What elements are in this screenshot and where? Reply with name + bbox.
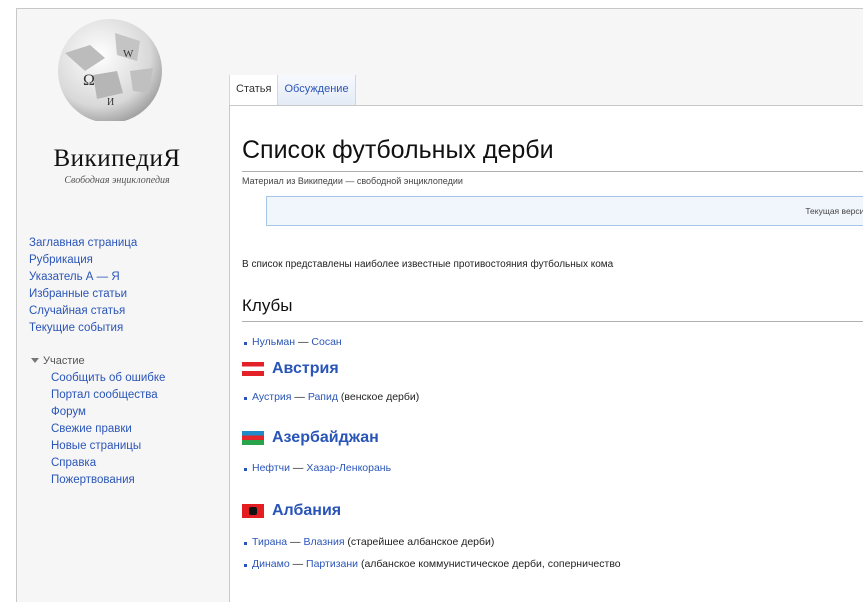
sidebar-item-index[interactable]: Указатель А — Я <box>29 269 219 286</box>
sidebar-portal-list: Сообщить об ошибке Портал сообщества Фор… <box>29 371 219 488</box>
tab-discussion[interactable]: Обсуждение <box>278 75 356 105</box>
page-tabs: Статья Обсуждение <box>229 75 356 105</box>
country-name[interactable]: Австрия <box>272 360 339 378</box>
sidebar-item-forum[interactable]: Форум <box>51 405 219 420</box>
browser-viewport: Ω W И ВикипедиЯ Свободная энциклопедия З… <box>16 8 863 602</box>
sidebar-item-recent-changes[interactable]: Свежие правки <box>51 422 219 437</box>
sidebar-item-random[interactable]: Случайная статья <box>29 303 219 320</box>
svg-text:W: W <box>123 48 134 60</box>
derby-note: (венское дерби) <box>338 391 420 403</box>
sidebar-item-categories[interactable]: Рубрикация <box>29 252 219 269</box>
derby-separator: — <box>291 391 308 403</box>
sidebar-item-help[interactable]: Справка <box>51 456 219 471</box>
derby-team-link[interactable]: Рапид <box>308 391 338 403</box>
derby-team-link[interactable]: Тирана <box>252 536 287 548</box>
title-divider <box>242 171 863 172</box>
sidebar-portal-heading[interactable]: Участие <box>29 353 219 369</box>
list-item: Нефтчи — Хазар-Ленкорань <box>243 462 391 474</box>
sidebar-item-current-events[interactable]: Текущие события <box>29 320 219 337</box>
wikipedia-wordmark[interactable]: ВикипедиЯ <box>17 145 217 173</box>
derby-team-link[interactable]: Сосан <box>311 336 341 348</box>
sidebar-item-main-page[interactable]: Заглавная страница <box>29 235 219 252</box>
country-heading-austria: Австрия <box>242 360 339 378</box>
version-notice: Текущая версия <box>266 196 863 226</box>
derby-team-link[interactable]: Аустрия <box>252 391 291 403</box>
svg-text:Ω: Ω <box>83 72 95 89</box>
albania-flag-icon[interactable] <box>242 504 264 518</box>
sidebar-item-featured[interactable]: Избранные статьи <box>29 286 219 303</box>
list-item: Аустрия — Рапид (венское дерби) <box>243 391 420 403</box>
derby-note: (албанское коммунистическое дерби, сопер… <box>358 558 621 570</box>
section-divider <box>242 321 863 322</box>
derby-team-link[interactable]: Нульман <box>252 336 295 348</box>
page-title: Список футбольных дерби <box>242 136 554 164</box>
austria-flag-icon[interactable] <box>242 362 264 376</box>
article-content: Список футбольных дерби Материал из Вики… <box>229 105 863 602</box>
list-item: Динамо — Партизани (албанское коммунисти… <box>244 558 621 570</box>
derby-team-link[interactable]: Хазар-Ленкорань <box>306 462 391 474</box>
sidebar-item-report-error[interactable]: Сообщить об ошибке <box>51 371 219 386</box>
wikipedia-tagline: Свободная энциклопедия <box>64 175 170 186</box>
sidebar: Заглавная страница Рубрикация Указатель … <box>29 235 219 490</box>
derby-team-link[interactable]: Нефтчи <box>252 462 290 474</box>
derby-separator: — <box>289 558 307 570</box>
derby-separator: — <box>287 536 304 548</box>
derby-separator: — <box>295 336 312 348</box>
article-intro: В список представлены наиболее известные… <box>242 259 614 270</box>
section-heading-clubs: Клубы <box>242 296 293 315</box>
derby-team-link[interactable]: Динамо <box>252 558 290 570</box>
tab-article[interactable]: Статья <box>229 75 279 105</box>
list-item: Тирана — Влазния (старейшее албанское де… <box>243 536 495 548</box>
derby-team-link[interactable]: Партизани <box>306 558 358 570</box>
wikipedia-globe-icon[interactable]: Ω W И <box>45 13 175 121</box>
sidebar-item-new-pages[interactable]: Новые страницы <box>51 439 219 454</box>
country-name[interactable]: Албания <box>272 502 341 520</box>
derby-note: (старейшее албанское дерби) <box>344 536 495 548</box>
country-name[interactable]: Азербайджан <box>272 429 379 447</box>
derby-separator: — <box>289 462 307 474</box>
sidebar-navigation: Заглавная страница Рубрикация Указатель … <box>29 235 219 337</box>
azerbaijan-flag-icon[interactable] <box>242 431 264 445</box>
list-item: Нульман — Сосан <box>244 336 342 348</box>
derby-team-link[interactable]: Влазния <box>303 536 344 548</box>
svg-text:И: И <box>107 97 114 108</box>
country-heading-albania: Албания <box>242 502 341 520</box>
article-source-line: Материал из Википедии — свободной энцикл… <box>242 176 463 186</box>
version-notice-text: Текущая версия <box>805 206 863 216</box>
sidebar-item-donations[interactable]: Пожертвования <box>51 473 219 488</box>
sidebar-item-community-portal[interactable]: Портал сообщества <box>51 388 219 403</box>
country-heading-azerbaijan: Азербайджан <box>242 429 379 447</box>
